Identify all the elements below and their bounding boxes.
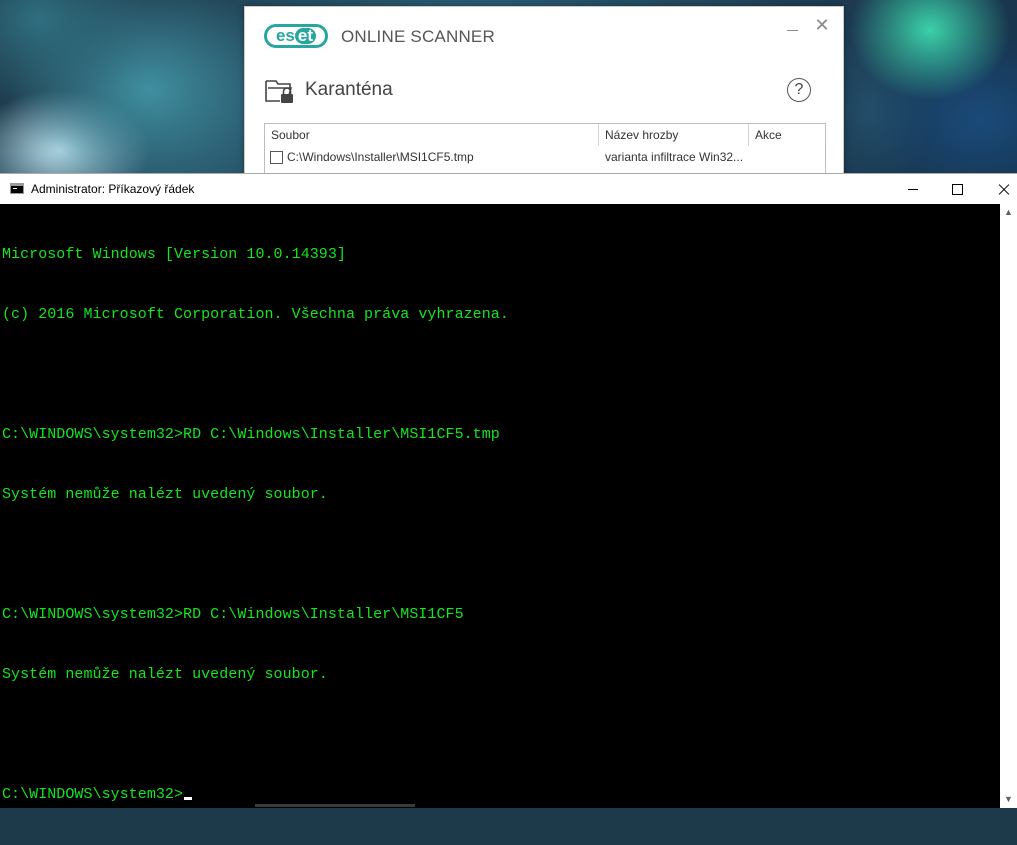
- close-icon[interactable]: [980, 174, 1017, 204]
- minimize-icon[interactable]: [786, 20, 800, 34]
- window-title: Administrator: Příkazový řádek: [31, 182, 195, 196]
- vertical-scrollbar[interactable]: ▲ ▼: [1000, 204, 1017, 808]
- column-header-file[interactable]: Soubor: [265, 124, 599, 146]
- console-prompt: C:\WINDOWS\system32>: [2, 786, 184, 803]
- column-header-threat[interactable]: Název hrozby: [599, 124, 749, 146]
- console-output[interactable]: Microsoft Windows [Version 10.0.14393] (…: [0, 204, 1000, 808]
- console-line: Microsoft Windows [Version 10.0.14393]: [2, 246, 346, 263]
- maximize-icon[interactable]: [934, 174, 980, 204]
- eset-logo: es et: [264, 24, 328, 48]
- console-line: Systém nemůže nalézt uvedený soubor.: [2, 486, 328, 503]
- quarantine-lock-icon: [265, 80, 293, 103]
- scroll-up-arrow-icon[interactable]: ▲: [1000, 204, 1017, 221]
- column-header-action[interactable]: Akce: [749, 124, 825, 146]
- console-line: Systém nemůže nalézt uvedený soubor.: [2, 666, 328, 683]
- section-title: Karanténa: [305, 79, 393, 100]
- command-prompt-window: Administrator: Příkazový řádek Microsoft…: [0, 173, 1017, 808]
- title-bar[interactable]: Administrator: Příkazový řádek: [0, 174, 1017, 204]
- row-checkbox[interactable]: [270, 151, 283, 164]
- console-prompt-line[interactable]: C:\WINDOWS\system32>: [0, 785, 1000, 805]
- console-icon[interactable]: [10, 183, 24, 194]
- eset-app-name: ONLINE SCANNER: [341, 27, 495, 46]
- row-file-path: C:\Windows\Installer\MSI1CF5.tmp: [287, 150, 474, 164]
- close-icon[interactable]: ✕: [813, 16, 831, 34]
- minimize-icon[interactable]: [890, 174, 936, 204]
- console-line: C:\WINDOWS\system32>RD C:\Windows\Instal…: [2, 606, 464, 623]
- help-icon[interactable]: ?: [787, 78, 811, 102]
- console-line: (c) 2016 Microsoft Corporation. Všechna …: [2, 306, 509, 323]
- text-cursor: [184, 797, 193, 800]
- console-line: C:\WINDOWS\system32>RD C:\Windows\Instal…: [2, 426, 500, 443]
- row-threat-name: varianta infiltrace Win32...: [605, 150, 744, 164]
- table-header: Soubor Název hrozby Akce: [265, 124, 825, 146]
- scroll-down-arrow-icon[interactable]: ▼: [1000, 791, 1017, 808]
- eset-window: es et ONLINE SCANNER ✕ Karanténa ? Soubor…: [244, 6, 844, 188]
- table-row[interactable]: C:\Windows\Installer\MSI1CF5.tmp variant…: [265, 146, 825, 168]
